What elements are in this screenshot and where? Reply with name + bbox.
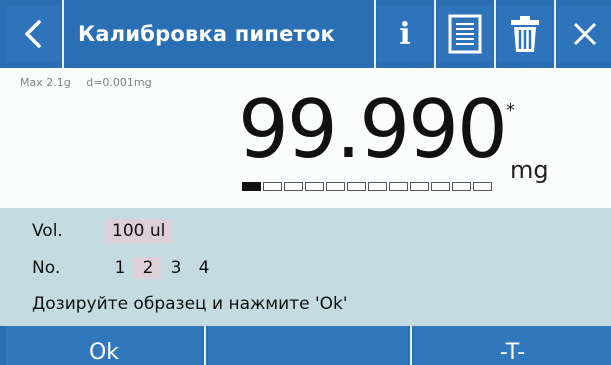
footer-bar: Ok -T- [0,326,611,365]
footer-divider [204,326,206,365]
header-divider [434,0,436,68]
balance-spec: Max 2.1g d=0.001mg [20,76,164,89]
info-button[interactable]: i [378,6,432,62]
report-button[interactable] [438,6,492,62]
footer-middle-button[interactable] [208,326,408,365]
measurement-numbers: 1234 [106,257,218,279]
bargraph-segment [305,182,324,191]
header-divider [494,0,496,68]
number-row: No. 1 2 3 4 [32,257,218,279]
bargraph-segment [452,182,471,191]
weight-unit: mg [510,156,549,184]
footer-divider [410,326,412,365]
close-icon [573,22,596,46]
number-label: No. [32,258,61,278]
header-divider [374,0,376,68]
capacity-bargraph [242,182,492,192]
tare-button-label: -T- [499,340,526,365]
measurement-number: 4 [198,258,210,278]
ok-button[interactable]: Ok [6,326,202,365]
measurement-number: 3 [170,258,182,278]
document-list-icon [448,14,482,54]
ok-button-label: Ok [88,340,120,365]
measurement-number: 2 [134,257,162,279]
bargraph-segment [326,182,345,191]
bargraph-segment [263,182,282,191]
chevron-left-icon [25,20,41,48]
trash-icon [511,16,539,52]
page-title: Калибровка пипеток [78,22,336,46]
bargraph-segment [473,182,492,191]
bargraph-segment [410,182,429,191]
bargraph-segment [347,182,366,191]
header-bar: Калибровка пипеток i [0,0,611,68]
bargraph-segment [242,182,261,191]
volume-label: Vol. [32,221,63,241]
volume-row: Vol. 100 ul [32,219,172,243]
header-divider [554,0,556,68]
measurement-number: 1 [114,258,126,278]
weight-value: 99.990 [238,83,508,176]
delete-button[interactable] [498,6,552,62]
info-icon: i [399,16,411,52]
bargraph-segment [431,182,450,191]
tare-button[interactable]: -T- [414,326,611,365]
readability: d=0.001mg [86,76,152,89]
bargraph-segment [284,182,303,191]
max-capacity: Max 2.1g [20,76,71,89]
bargraph-segment [389,182,408,191]
back-button[interactable] [6,6,60,62]
instruction-text: Дозируйте образец и нажмите 'Ok' [32,294,348,314]
bargraph-segment [368,182,387,191]
header-divider [62,0,64,68]
stability-indicator: * [506,100,515,121]
close-button[interactable] [558,6,611,62]
volume-value[interactable]: 100 ul [106,219,172,243]
